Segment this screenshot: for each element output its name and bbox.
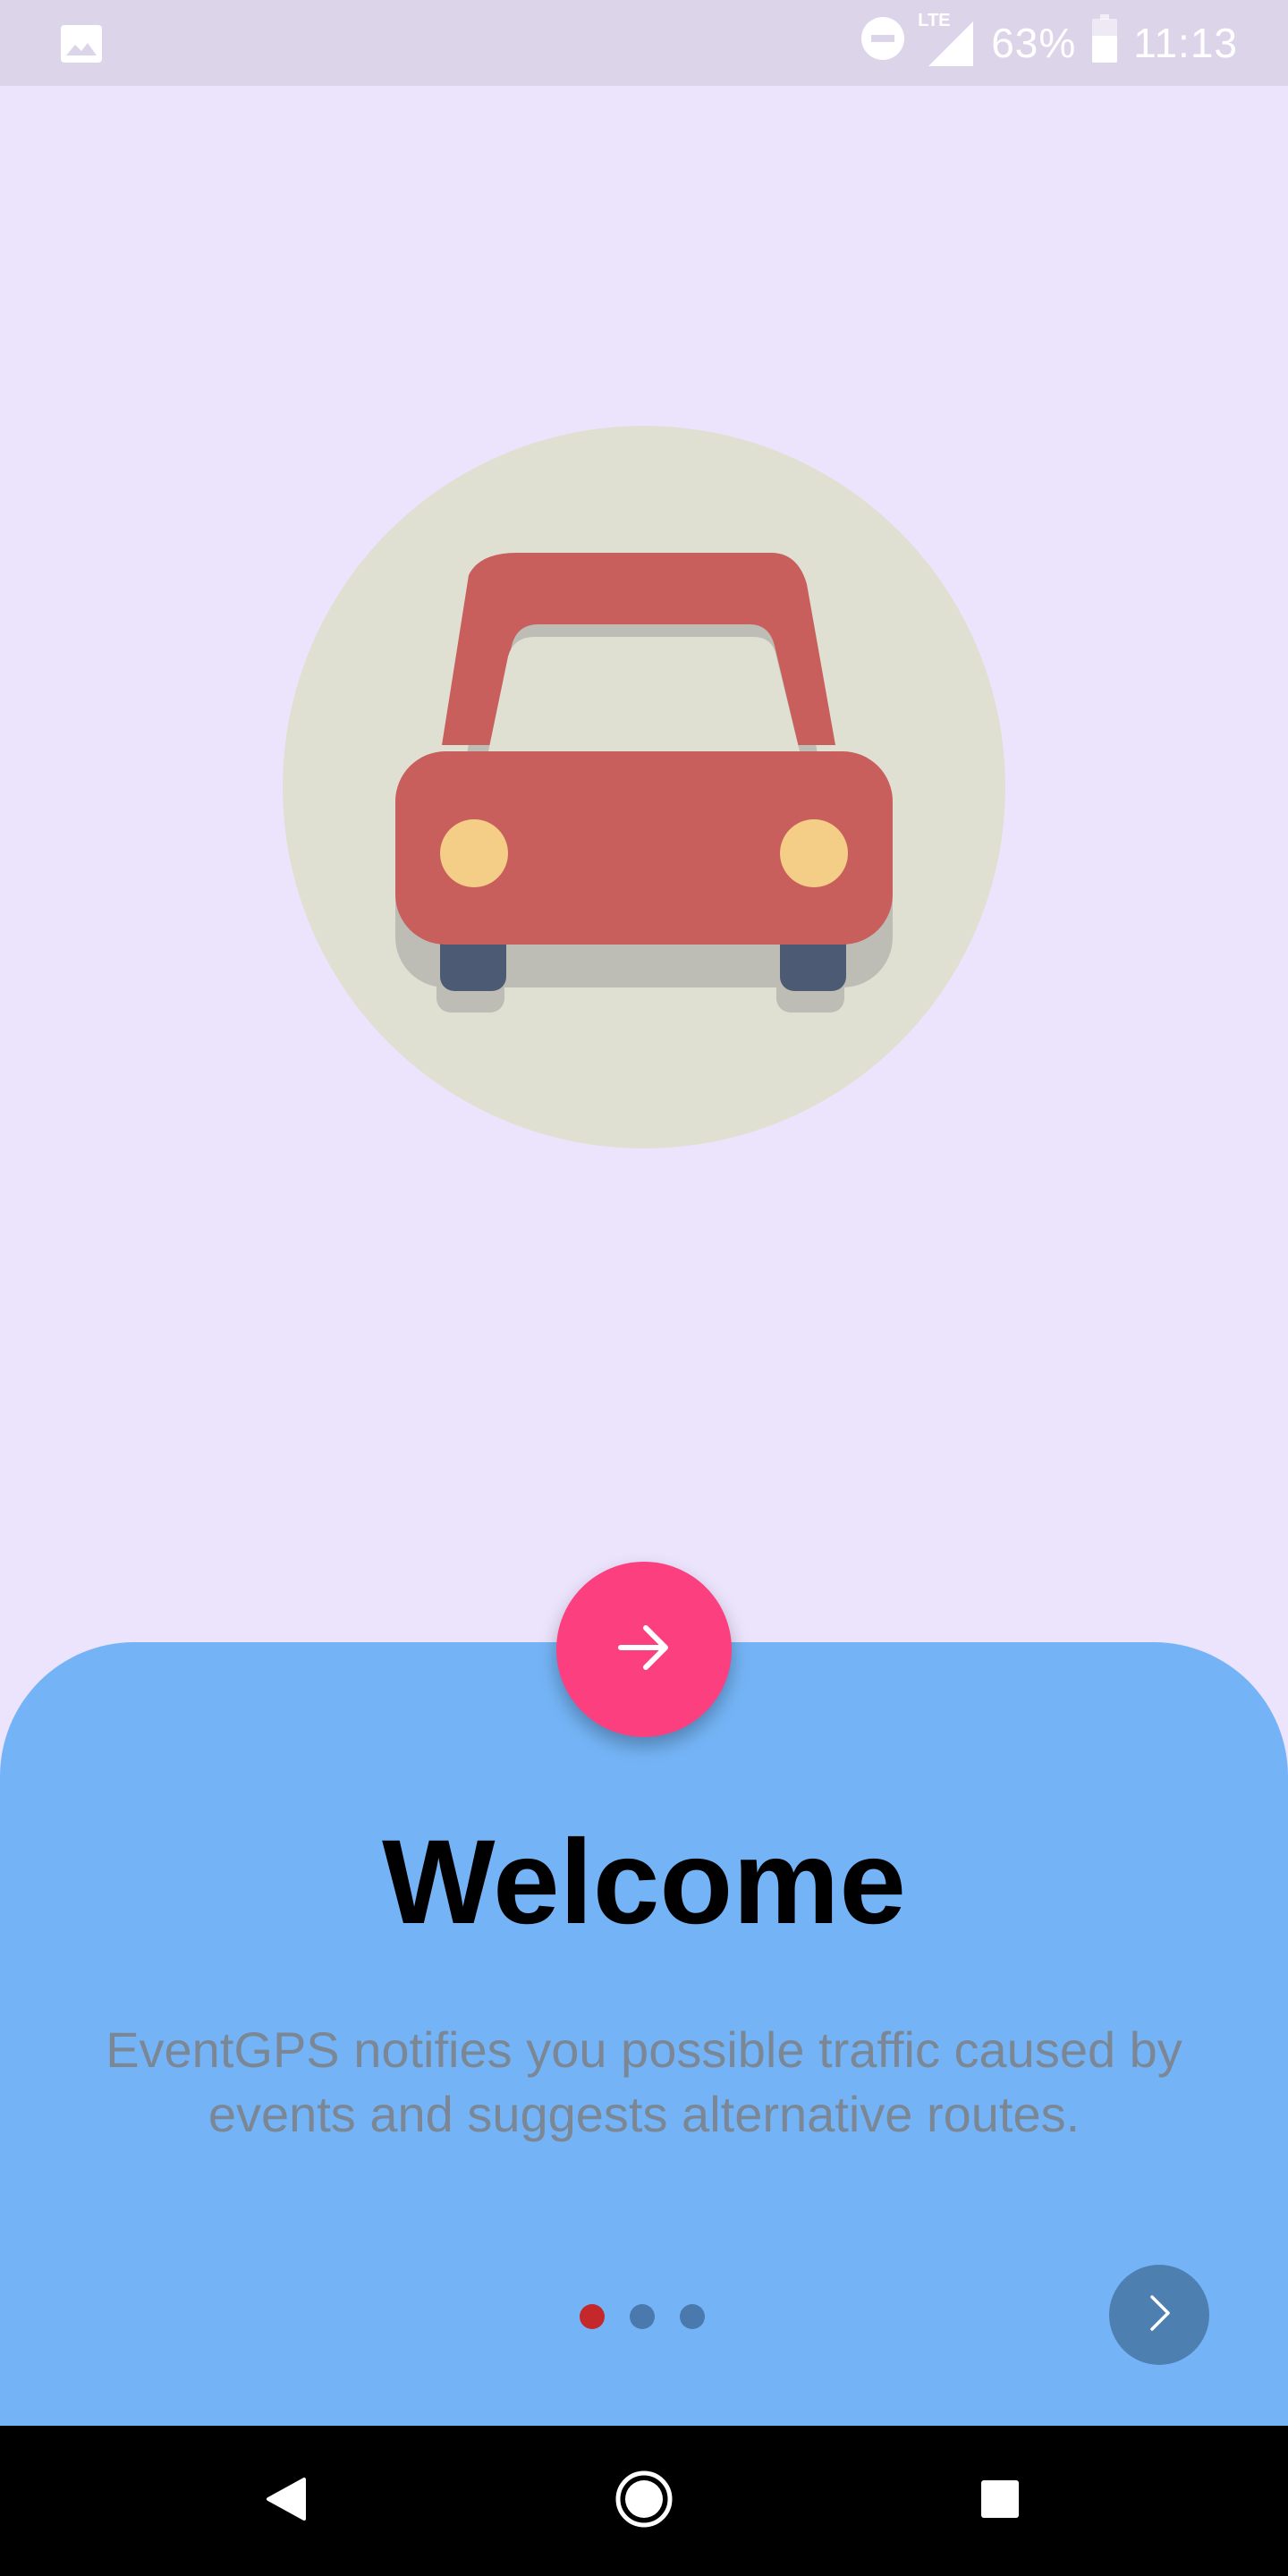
network-type-label: LTE xyxy=(918,11,951,30)
recents-button[interactable] xyxy=(961,2462,1039,2540)
home-button[interactable] xyxy=(605,2462,683,2540)
battery-icon xyxy=(1092,13,1118,72)
lte-signal-icon: LTE xyxy=(918,11,975,70)
onboarding-description: EventGPS notifies you possible traffic c… xyxy=(106,2021,1182,2142)
recents-icon xyxy=(979,2479,1021,2524)
page-dot-2[interactable] xyxy=(630,2304,655,2329)
back-button[interactable] xyxy=(247,2462,326,2540)
back-icon xyxy=(265,2476,308,2527)
status-bar: LTE 63% 11:13 xyxy=(0,0,1288,86)
arrow-right-icon xyxy=(615,1619,673,1681)
home-icon xyxy=(614,2470,674,2533)
page-dot-3[interactable] xyxy=(680,2304,705,2329)
page-dot-1[interactable] xyxy=(580,2304,605,2329)
chevron-right-icon xyxy=(1138,2292,1181,2339)
proceed-fab-button[interactable] xyxy=(556,1562,732,1737)
onboarding-screen: LTE 63% 11:13 Welcome EventGPS notifies … xyxy=(0,0,1288,2576)
battery-percent: 63% xyxy=(991,20,1077,66)
image-icon xyxy=(61,25,102,63)
next-page-button[interactable] xyxy=(1109,2265,1209,2365)
clock: 11:13 xyxy=(1133,20,1238,66)
page-indicator xyxy=(580,2304,705,2331)
do-not-disturb-icon xyxy=(860,16,905,71)
car-illustration xyxy=(283,426,1005,1148)
onboarding-title: Welcome xyxy=(382,1816,906,1949)
car-icon xyxy=(283,426,1005,1148)
navigation-bar xyxy=(0,2426,1288,2576)
